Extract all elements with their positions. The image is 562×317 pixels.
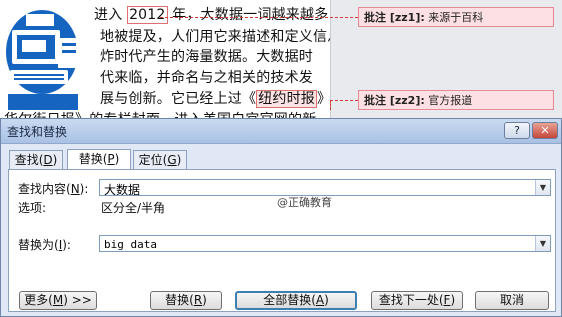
doc-line-4: 代来临，并命名与之相关的技术发 [100,70,313,86]
comment-label: 批注 [zz1]: [364,11,425,24]
button-text: ) [324,293,329,307]
button-text: ) [450,293,456,307]
replace-all-button[interactable]: 全部替换(A) [235,291,357,310]
dialog-title: 查找和替换 [7,125,68,139]
tab-goto[interactable]: 定位(G) [133,150,187,169]
button-text: ) [202,293,207,307]
find-input-value: 大数据 [104,183,141,197]
doc-line-3: 炸时代产生的海量数据。大数据时 [100,49,313,65]
options-value: 区分全/半角 [101,201,166,215]
chevron-down-icon[interactable]: ▼ [535,180,550,195]
watermark: @正确教育 [277,196,332,209]
comment-leader-2-v [330,100,331,110]
help-button[interactable]: ? [504,122,530,139]
tab-label-end: ) [52,153,58,167]
tab-label-end: ) [114,152,120,166]
comment-leader-1 [160,17,358,18]
computer-clipart-image [6,10,81,110]
button-text: 查找下一处( [378,293,444,307]
tab-label: 替换( [78,152,108,166]
replace-panel: 查找内容(N): 大数据 ▼ 选项: 区分全/半角 @正确教育 替换为(I): … [8,169,556,312]
replace-label-end: ): [62,238,71,252]
doc-line-1: 进入 2012 年，大数据一词越来越多 [94,4,328,24]
tab-label: 定位( [138,153,168,167]
button-text: 更多( [24,293,53,307]
comment-balloon-2[interactable]: 批注 [zz2]: 官方报道 [358,90,554,110]
more-button[interactable]: 更多(M) >> [19,291,97,310]
doc-text: 进入 [94,7,128,23]
tab-label: 查找( [14,153,44,167]
replace-input-value: big data [104,238,157,251]
find-label-end: ): [79,182,89,196]
comment-anchor-nyt[interactable]: 纽约时报 [256,90,318,108]
close-button[interactable]: ✕ [532,122,558,139]
find-label-key: N [70,182,80,196]
button-text: 全部替换( [263,293,316,307]
replace-input[interactable]: big data ▼ [99,235,551,252]
comment-balloon-1[interactable]: 批注 [zz1]: 来源于百科 [358,7,554,27]
tab-key: G [167,153,177,167]
tab-find[interactable]: 查找(D) [9,150,63,169]
doc-text: 年，大数据一词越来越多 [167,7,329,23]
options-label: 选项: [18,201,47,215]
doc-line-2: 地被提及，人们用它来描述和定义信息爆 [100,29,356,45]
dialog-titlebar[interactable]: 查找和替换 ? ✕ [1,119,561,144]
tab-label-end: ) [176,153,182,167]
find-label: 查找内容(N): [18,180,88,197]
button-text: 替换( [165,293,194,307]
comment-text: 来源于百科 [428,11,484,24]
tab-key: D [43,153,53,167]
button-key: R [193,293,203,307]
chevron-down-icon[interactable]: ▼ [535,236,550,251]
button-key: M [52,293,64,307]
comment-anchor-2012[interactable]: 2012 [127,6,168,24]
find-replace-dialog: 查找和替换 ? ✕ 查找(D) 替换(P) 定位(G) 查找内容(N): 大数据… [0,118,562,317]
replace-label: 替换为(I): [18,236,71,253]
find-next-button[interactable]: 查找下一处(F) [371,291,463,310]
find-label-text: 查找内容( [18,182,71,196]
button-key: A [315,293,325,307]
comment-text: 官方报道 [428,94,473,107]
button-text: ) >> [63,293,92,307]
document-area: 进入 2012 年，大数据一词越来越多 地被提及，人们用它来描述和定义信息爆 炸… [0,0,562,118]
tab-replace[interactable]: 替换(P) [67,149,131,170]
doc-line-6: 华尔街日报》的专栏封面，进入美国白宫官网的新 [4,109,316,118]
comment-leader-2 [330,100,358,101]
comment-label: 批注 [zz2]: [364,94,425,107]
cancel-button[interactable]: 取消 [475,291,549,310]
tab-key: P [107,152,115,166]
doc-text: 展与创新。它已经上过《 [100,91,257,107]
replace-button[interactable]: 替换(R) [150,291,222,310]
replace-label-text: 替换为( [18,238,59,252]
doc-line-5: 展与创新。它已经上过《 纽约时报》 [100,88,331,108]
